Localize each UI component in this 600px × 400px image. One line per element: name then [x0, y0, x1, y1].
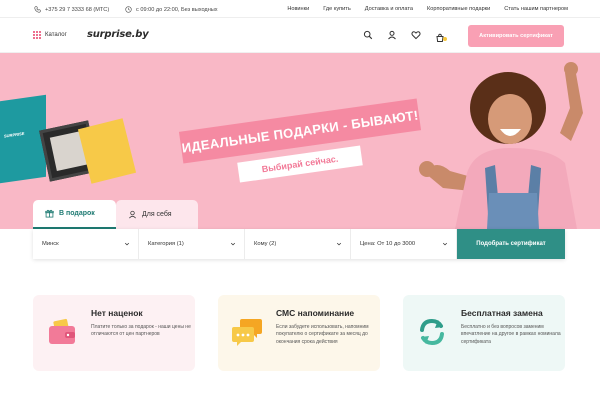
catalog-button[interactable]: Каталог: [33, 31, 67, 39]
feature-card-no-markup: Нет наценок Платите только за подарок - …: [33, 295, 195, 371]
working-hours: с 09:00 до 22:00, Без выходных: [125, 6, 218, 13]
top-info-bar: +375 29 7 3333 68 (МТС) с 09:00 до 22:00…: [0, 0, 600, 18]
tab-for-self[interactable]: Для себя: [116, 200, 198, 229]
city-select[interactable]: Минск: [33, 229, 139, 259]
top-nav-links: Новинки Где купить Доставка и оплата Кор…: [287, 6, 568, 12]
hero-woman-image: [419, 62, 583, 229]
wallet-icon: [49, 318, 75, 344]
nav-link-partner[interactable]: Стать нашим партнером: [504, 6, 568, 12]
cart-badge: [443, 37, 447, 41]
feature-title: СМС напоминание: [276, 308, 355, 318]
chevron-down-icon: [442, 242, 448, 246]
feature-title: Бесплатная замена: [461, 308, 543, 318]
feature-card-free-exchange: Бесплатная замена Бесплатно и без вопрос…: [403, 295, 565, 371]
feature-title: Нет наценок: [91, 308, 143, 318]
box-brand-text: SURPRISE: [4, 130, 25, 139]
price-select-value: Цена: От 10 до 3000: [360, 241, 416, 247]
search-icon[interactable]: [363, 30, 373, 40]
nav-link-delivery[interactable]: Доставка и оплата: [365, 6, 413, 12]
tab-for-self-label: Для себя: [142, 211, 172, 218]
person-icon: [129, 210, 136, 219]
tab-as-gift[interactable]: В подарок: [33, 200, 116, 229]
feature-description: Бесплатно и без вопросов заменим впечатл…: [461, 324, 561, 345]
feature-description: Если забудете использовать, напомним пок…: [276, 324, 369, 345]
header-icons: [363, 30, 447, 42]
feature-description: Платите только за подарок - наши цены не…: [91, 324, 191, 338]
nav-link-where-to-buy[interactable]: Где купить: [323, 6, 351, 12]
main-header: Каталог surprise.by Активировать сертифи…: [0, 18, 600, 53]
hours-text: с 09:00 до 22:00, Без выходных: [136, 6, 218, 13]
chevron-down-icon: [230, 242, 236, 246]
recipient-select[interactable]: Кому (2): [245, 229, 351, 259]
site-logo[interactable]: surprise.by: [87, 29, 149, 40]
catalog-label: Каталог: [45, 32, 67, 38]
grid-menu-icon: [33, 31, 41, 39]
nav-link-new[interactable]: Новинки: [287, 6, 309, 12]
feature-card-sms-reminder: СМС напоминание Если забудете использова…: [218, 295, 380, 371]
gift-box-yellow: [77, 118, 137, 184]
user-icon[interactable]: [387, 30, 397, 40]
phone-contact[interactable]: +375 29 7 3333 68 (МТС): [34, 6, 109, 13]
price-select[interactable]: Цена: От 10 до 3000: [351, 229, 457, 259]
chevron-down-icon: [336, 242, 342, 246]
chat-bubbles-icon: [232, 319, 262, 346]
heart-icon[interactable]: [411, 30, 421, 40]
chevron-down-icon: [124, 242, 130, 246]
category-select[interactable]: Категория (1): [139, 229, 245, 259]
phone-number[interactable]: +375 29 7 3333 68 (МТС): [45, 7, 109, 13]
gift-mode-tabs: В подарок Для себя: [33, 200, 198, 229]
gift-icon: [45, 209, 54, 218]
certificate-filter-bar: Минск Категория (1) Кому (2) Цена: От 10…: [33, 229, 565, 259]
find-certificate-button[interactable]: Подобрать сертификат: [457, 229, 565, 259]
cart-button[interactable]: [435, 30, 447, 42]
activate-certificate-button[interactable]: Активировать сертификат: [468, 25, 564, 47]
phone-icon: [34, 6, 41, 13]
city-select-value: Минск: [42, 241, 59, 247]
clock-icon: [125, 6, 132, 13]
refresh-arrows-icon: [420, 318, 444, 346]
tab-as-gift-label: В подарок: [59, 210, 95, 217]
recipient-select-value: Кому (2): [254, 241, 277, 247]
gift-box-teal: SURPRISE: [0, 94, 46, 184]
nav-link-corporate[interactable]: Корпоративные подарки: [427, 6, 490, 12]
category-select-value: Категория (1): [148, 241, 184, 247]
